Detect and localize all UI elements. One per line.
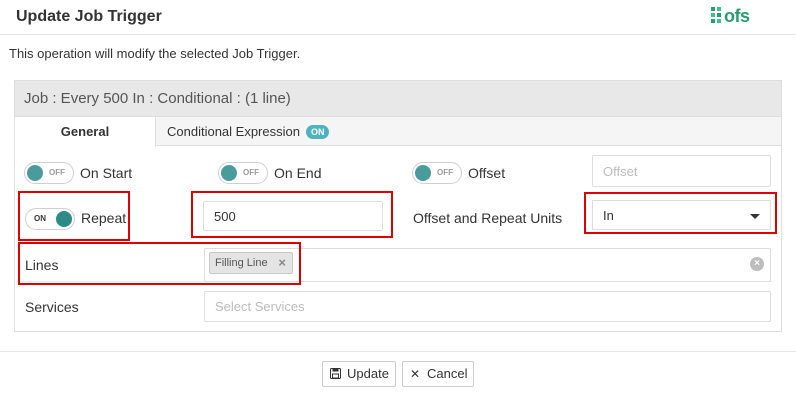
repeat-toggle[interactable]: ON: [25, 208, 75, 230]
repeat-label: Repeat: [81, 210, 127, 226]
toggle-state: OFF: [49, 168, 65, 177]
toggle-state: OFF: [437, 168, 453, 177]
logo-text: ofs: [724, 6, 750, 26]
toggle-state: OFF: [243, 168, 259, 177]
panel-heading: Job : Every 500 In : Conditional : (1 li…: [15, 81, 781, 117]
save-icon: [330, 362, 341, 387]
toggle-knob: [27, 165, 43, 181]
tab-bar: General Conditional Expression ON: [15, 117, 781, 147]
panel-heading-text: Job : Every 500 In : Conditional : (1 li…: [24, 90, 291, 107]
on-start-toggle[interactable]: OFF: [24, 162, 74, 184]
update-button[interactable]: Update: [322, 361, 396, 387]
dialog-header: Update Job Trigger ofs: [0, 0, 796, 35]
units-label: Offset and Repeat Units: [413, 210, 563, 226]
on-end-label: On End: [274, 165, 322, 181]
chevron-down-icon: [750, 214, 760, 219]
toggle-knob: [56, 211, 72, 227]
units-selected-value: In: [603, 208, 614, 223]
tab-general[interactable]: General: [15, 117, 156, 147]
dialog-title: Update Job Trigger: [16, 8, 162, 25]
close-icon: ✕: [410, 367, 421, 381]
repeat-value-input[interactable]: [203, 201, 383, 231]
update-button-label: Update: [347, 366, 389, 381]
offset-toggle[interactable]: OFF: [412, 162, 462, 184]
logo-mark-icon: [711, 7, 721, 23]
offset-label: Offset: [468, 165, 506, 181]
info-message: This operation will modify the selected …: [9, 46, 301, 61]
footer-divider: [0, 351, 796, 352]
conditional-on-badge: ON: [305, 125, 330, 139]
tab-conditional-label: Conditional Expression: [167, 124, 300, 139]
services-label: Services: [25, 299, 79, 315]
cancel-button[interactable]: ✕ Cancel: [402, 361, 475, 387]
on-start-label: On Start: [80, 165, 133, 181]
lines-highlight-box: [18, 242, 301, 285]
tab-conditional-expression[interactable]: Conditional Expression ON: [167, 117, 367, 146]
toggle-knob: [221, 165, 237, 181]
toggle-knob: [415, 165, 431, 181]
on-end-toggle[interactable]: OFF: [218, 162, 268, 184]
units-select[interactable]: In: [592, 200, 771, 230]
toggle-state: ON: [34, 214, 46, 223]
offset-input[interactable]: [592, 155, 771, 187]
tab-general-label: General: [60, 124, 110, 139]
cancel-button-label: Cancel: [427, 366, 468, 381]
clear-icon[interactable]: ×: [750, 257, 764, 271]
services-select[interactable]: [204, 291, 771, 322]
ofs-logo: ofs: [710, 4, 760, 30]
